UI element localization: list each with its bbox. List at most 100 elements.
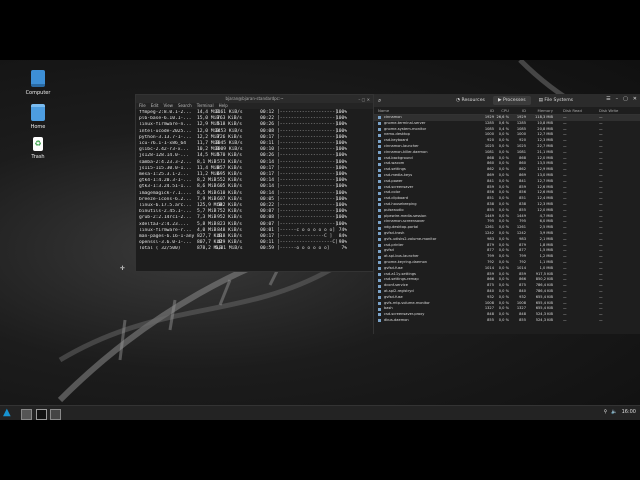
terminal-cell: 7% <box>341 246 347 252</box>
terminal-line: Total ( 32/500) 878,2 MiB 5,01 MiB/s 00:59[… <box>139 246 370 252</box>
process-icon <box>378 307 381 311</box>
process-icon <box>378 267 381 271</box>
col-disk-write[interactable]: Disk Write <box>589 107 623 114</box>
process-icon <box>378 301 381 305</box>
tab-label: Resources <box>461 98 485 103</box>
menu-terminal[interactable]: Terminal <box>197 103 214 109</box>
terminal-cell: 5,01 MiB/s <box>215 246 243 252</box>
terminal-cell: 878,2 MiB <box>197 246 222 252</box>
maximize-icon[interactable]: ▢ <box>623 96 628 102</box>
terminal-cell: [------o o o o o o] <box>277 246 330 252</box>
process-icon <box>378 156 381 160</box>
menu-edit[interactable]: Edit <box>151 103 159 109</box>
process-cell: — <box>563 317 567 322</box>
process-icon <box>378 296 381 300</box>
process-icon <box>378 116 381 120</box>
process-icon <box>378 127 381 131</box>
process-table-header: Name ID CPU ID Memory Disk Read Disk Wri… <box>374 107 640 115</box>
table-row[interactable]: dbus-daemon 855 0,0 % 855 524,3 KiB — — <box>374 318 640 324</box>
menu-search[interactable]: Search <box>178 103 192 109</box>
computer-icon <box>31 70 45 87</box>
tab-resources[interactable]: ◔ Resources <box>451 96 490 105</box>
process-icon <box>378 284 381 288</box>
process-icon <box>378 214 381 218</box>
terminal-title: bjaran@bjaran-standardpc:~ <box>225 96 284 101</box>
process-list[interactable]: cinnamon 1929 26,6 % 1929 118,3 MiB — — gnome-t… <box>374 115 640 324</box>
tab-label: Processes <box>502 98 526 103</box>
col-name[interactable]: Name <box>378 107 481 114</box>
tab-processes[interactable]: ▶ Processes <box>492 96 531 105</box>
terminal-launcher-icon[interactable] <box>36 409 47 420</box>
terminal-titlebar[interactable]: bjaran@bjaran-standardpc:~ – ▢ ✕ <box>136 95 373 103</box>
hamburger-menu-icon[interactable]: ☰ <box>606 96 610 102</box>
minimize-icon[interactable]: – <box>616 96 619 102</box>
terminal-cell: Total ( 32/500) <box>139 246 181 252</box>
col-cpu[interactable]: CPU <box>494 107 509 114</box>
process-icon <box>378 185 381 189</box>
terminal-window[interactable]: bjaran@bjaran-standardpc:~ – ▢ ✕ File Ed… <box>135 94 374 272</box>
process-icon <box>378 313 381 317</box>
col-memory[interactable]: Memory <box>526 107 553 114</box>
process-icon <box>378 162 381 166</box>
menu-view[interactable]: View <box>163 103 173 109</box>
tab-file-systems[interactable]: ▤ File Systems <box>534 96 578 105</box>
process-icon <box>378 180 381 184</box>
process-icon <box>378 168 381 172</box>
window-controls[interactable]: – ▢ ✕ <box>358 96 370 104</box>
volume-icon[interactable]: 🔈 <box>611 409 617 415</box>
process-name-cell: dbus-daemon <box>378 318 481 324</box>
home-folder-icon <box>31 104 45 121</box>
process-cell: 524,3 KiB <box>535 317 553 322</box>
desktop-icon-label: Computer <box>25 90 51 96</box>
col-disk-read[interactable]: Disk Read <box>553 107 589 114</box>
process-icon <box>378 243 381 247</box>
terminal-output[interactable]: ffmpeg-2:8.0.1-2... 14,4 MiB 1161 KiB/s 00:… <box>136 109 373 254</box>
close-icon[interactable]: ✕ <box>633 96 637 102</box>
process-icon <box>378 203 381 207</box>
process-icon <box>378 249 381 253</box>
process-icon <box>378 220 381 224</box>
process-icon <box>378 122 381 126</box>
process-icon <box>378 319 381 323</box>
taskbar: ▲ ⚲ 🔈 16:00 <box>0 405 640 421</box>
sysmon-headerbar[interactable]: ⌕ ◔ Resources ▶ Processes ▤ File Systems… <box>374 94 640 107</box>
process-icon <box>378 290 381 294</box>
desktop-icon-label: Trash <box>31 154 45 160</box>
app-menu-icon[interactable]: ▲ <box>3 408 12 418</box>
system-monitor-window[interactable]: ⌕ ◔ Resources ▶ Processes ▤ File Systems… <box>373 94 640 334</box>
top-black-band <box>0 0 640 60</box>
process-icon <box>378 272 381 276</box>
process-icon <box>378 226 381 230</box>
process-icon <box>378 151 381 155</box>
desktop-icon-label: Home <box>30 124 46 130</box>
process-icon <box>378 278 381 282</box>
col-id[interactable]: ID <box>481 107 494 114</box>
bottom-black-band <box>0 420 640 480</box>
desktop-icon-home[interactable]: Home <box>13 104 63 130</box>
process-cell: 855 <box>487 317 494 322</box>
clock[interactable]: 16:00 <box>622 409 636 415</box>
process-cell: — <box>599 317 603 322</box>
sysmon-tabs: ◔ Resources ▶ Processes ▤ File Systems <box>451 96 578 105</box>
files-launcher-icon[interactable] <box>21 409 32 420</box>
menu-help[interactable]: Help <box>219 103 228 109</box>
system-monitor-launcher-icon[interactable] <box>50 409 61 420</box>
process-cell: 0,0 % <box>498 317 509 322</box>
col-id2[interactable]: ID <box>509 107 526 114</box>
menu-file[interactable]: File <box>139 103 146 109</box>
process-cell: 855 <box>519 317 526 322</box>
sysmon-window-controls: ☰ – ▢ ✕ <box>606 96 637 102</box>
terminal-cell: 00:59 <box>260 246 274 252</box>
process-icon <box>378 232 381 236</box>
system-tray: ⚲ 🔈 16:00 <box>604 409 636 415</box>
desktop-icon-trash[interactable]: Trash <box>13 137 63 160</box>
process-icon <box>378 174 381 178</box>
process-icon <box>378 238 381 242</box>
process-name: dbus-daemon <box>384 317 409 322</box>
search-icon[interactable]: ⌕ <box>378 97 381 105</box>
process-icon <box>378 191 381 195</box>
desktop-icon-computer[interactable]: Computer <box>13 70 63 96</box>
process-icon <box>378 209 381 213</box>
mouse-cursor-icon: ✛ <box>120 265 126 272</box>
network-icon[interactable]: ⚲ <box>604 409 608 415</box>
